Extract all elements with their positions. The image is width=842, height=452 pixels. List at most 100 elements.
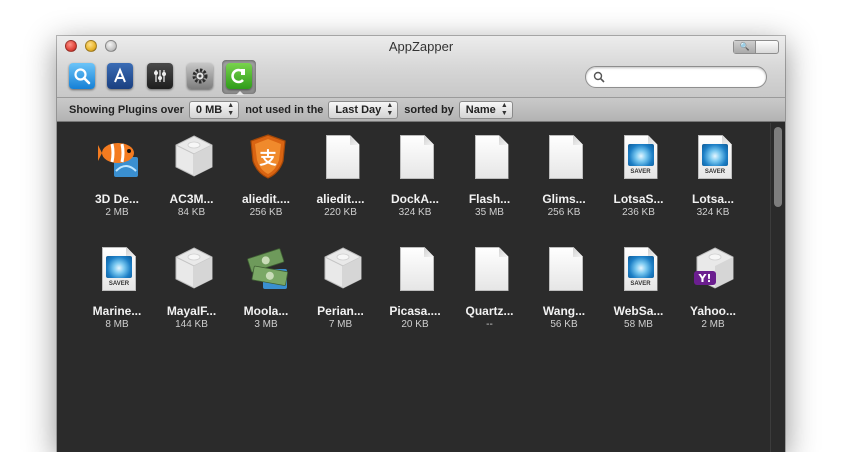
sort-popup-value: Name [465, 103, 496, 116]
saver-icon: SAVER [690, 131, 738, 181]
search-input[interactable] [608, 69, 758, 85]
toolbar-widgets-button[interactable] [103, 60, 137, 94]
cube-icon [169, 243, 217, 293]
search-field[interactable] [585, 66, 767, 88]
plugin-item[interactable]: SAVER Lotsa... 324 KB [676, 123, 750, 223]
plugin-size: 58 MB [624, 319, 653, 330]
shield-icon: 支 [243, 131, 291, 181]
magnifier-icon: 🔍 [734, 41, 756, 53]
vertical-scrollbar[interactable] [770, 123, 785, 452]
plugin-size: 236 KB [622, 207, 655, 218]
doc-icon [467, 131, 515, 181]
magnifier-app-icon [69, 63, 95, 89]
toolbar-settings-button[interactable] [183, 60, 217, 94]
popup-arrows-icon: ▲ ▼ [500, 101, 508, 117]
time-popup[interactable]: Last Day ▲ ▼ [328, 100, 399, 119]
plugin-name: Marine... [92, 304, 142, 318]
plugin-item[interactable]: Picasa.... 20 KB [378, 235, 452, 335]
saver-icon: SAVER [616, 243, 664, 293]
app-store-icon [107, 63, 133, 89]
plugin-name: LotsaS... [613, 192, 664, 206]
plugin-size: 2 MB [701, 319, 725, 330]
plugin-name: Perian... [317, 304, 364, 318]
gear-icon [187, 63, 213, 89]
doc-icon [392, 131, 440, 181]
plugin-item[interactable]: AC3M... 84 KB [155, 123, 229, 223]
plugin-size: 220 KB [324, 207, 357, 218]
plugin-name: WebSa... [613, 304, 664, 318]
selected-indicator [236, 91, 244, 95]
plugin-name: aliedit.... [316, 192, 365, 206]
plugin-size: 144 KB [175, 319, 208, 330]
window-title: AppZapper [388, 39, 454, 54]
plugin-size: 35 MB [475, 207, 504, 218]
plugin-size: 7 MB [328, 319, 353, 330]
saver-icon: SAVER [94, 243, 142, 293]
plugin-item[interactable]: SAVER WebSa... 58 MB [602, 235, 676, 335]
plugin-item[interactable]: Glims... 256 KB [527, 123, 601, 223]
plugin-item[interactable]: SAVER Marine... 8 MB [80, 235, 154, 335]
clownfish-icon [94, 131, 142, 181]
money-icon [243, 243, 291, 293]
plugin-name: Picasa.... [389, 304, 441, 318]
filter-middle-label: not used in the [245, 103, 324, 116]
svg-text:Y!: Y! [698, 272, 712, 285]
plugin-item[interactable]: Wang... 56 KB [527, 235, 601, 335]
doc-icon [541, 131, 589, 181]
plugin-item[interactable]: Moola... 3 MB [229, 235, 303, 335]
plugin-item[interactable]: Flash... 35 MB [453, 123, 527, 223]
size-popup-value: 0 MB [195, 103, 223, 116]
yahoo-icon: Y! [690, 243, 738, 293]
plugin-size: 84 KB [177, 207, 206, 218]
plugin-size: 256 KB [249, 207, 283, 218]
plugin-name: AC3M... [169, 192, 214, 206]
scroll-thumb[interactable] [774, 127, 782, 207]
filter-bar: Showing Plugins over 0 MB ▲ ▼ not used in … [57, 98, 785, 122]
plugin-name: DockA... [390, 192, 439, 206]
plugin-icon [226, 63, 252, 89]
svg-text:支: 支 [260, 148, 278, 169]
plugin-item[interactable]: 支 aliedit.... 256 KB [229, 123, 303, 223]
plugin-size: 2 MB [105, 207, 129, 218]
toolbar-toggle-button[interactable]: 🔍 [733, 40, 779, 54]
plugin-size: 324 KB [696, 207, 730, 218]
plugin-name: MayaIF... [166, 304, 217, 318]
plugin-item[interactable]: SAVER LotsaS... 236 KB [602, 123, 676, 223]
size-popup[interactable]: 0 MB ▲ ▼ [188, 100, 240, 119]
plugin-item[interactable]: 3D De... 2 MB [80, 123, 154, 223]
cube-icon [318, 243, 366, 293]
doc-icon [318, 131, 366, 181]
cube-icon [169, 131, 217, 181]
plugin-size: 3 MB [254, 319, 278, 330]
plugin-item[interactable]: Quartz... -- [453, 235, 527, 335]
search-icon [593, 71, 605, 83]
plugin-item[interactable]: MayaIF... 144 KB [155, 235, 229, 335]
plugin-item[interactable]: aliedit.... 220 KB [304, 123, 378, 223]
plugin-size: 256 KB [547, 207, 581, 218]
plugin-name: aliedit.... [241, 192, 290, 206]
plugin-name: Wang... [542, 304, 586, 318]
plugin-size: 56 KB [550, 319, 578, 330]
popup-arrows-icon: ▲ ▼ [386, 101, 394, 117]
plugin-item[interactable]: DockA... 324 KB [378, 123, 452, 223]
doc-icon [467, 243, 515, 293]
title-bar: AppZapper 🔍 [57, 36, 785, 98]
plugin-size: 20 KB [401, 319, 429, 330]
toolbar-prefpanes-button[interactable] [143, 60, 177, 94]
toolbar-plugins-button[interactable] [222, 60, 256, 95]
plugin-item[interactable]: Perian... 7 MB [304, 235, 378, 335]
popup-arrows-icon: ▲ ▼ [227, 101, 235, 117]
plugin-name: Quartz... [465, 304, 514, 318]
plugin-size: 324 KB [398, 207, 432, 218]
saver-icon: SAVER [616, 131, 664, 181]
mixer-icon [147, 63, 173, 89]
plugin-name: Yahoo... [689, 304, 736, 318]
time-popup-value: Last Day [335, 103, 382, 116]
sort-popup[interactable]: Name ▲ ▼ [458, 100, 513, 119]
plugin-name: Glims... [542, 192, 586, 206]
plugin-size: 8 MB [105, 319, 129, 330]
plugin-name: Moola... [243, 304, 289, 318]
toolbar-apps-button[interactable] [65, 60, 99, 94]
plugin-item[interactable]: Y! Yahoo... 2 MB [676, 235, 750, 335]
plugin-name: Lotsa... [691, 192, 734, 206]
